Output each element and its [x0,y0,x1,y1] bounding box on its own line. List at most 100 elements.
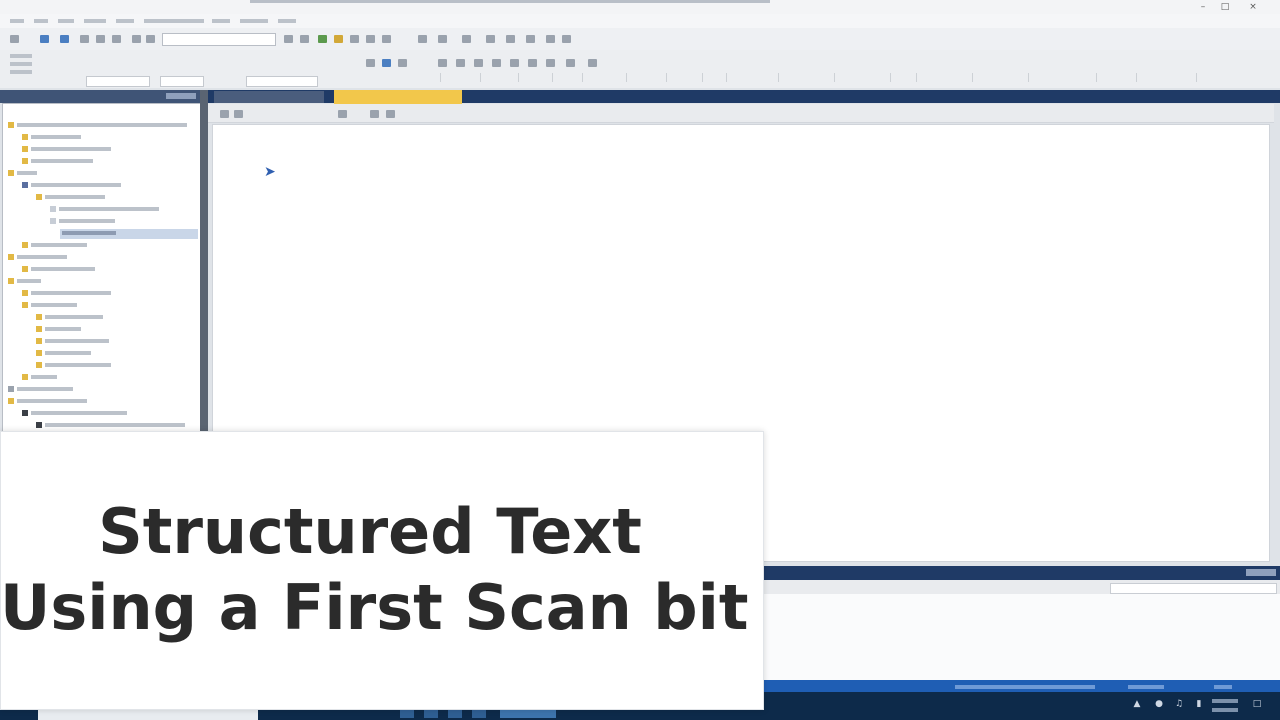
search-input[interactable] [162,33,276,46]
tree-item[interactable] [22,158,93,169]
tree-item[interactable] [8,278,41,289]
instruction-palette-tab[interactable] [972,73,1029,82]
tree-item[interactable] [8,122,187,133]
battery-icon[interactable]: ▮ [1192,698,1206,710]
instruction-palette-tab[interactable] [702,73,727,82]
pane-splitter[interactable] [200,90,208,435]
mode-dropdown[interactable] [86,76,150,87]
menu-item[interactable] [10,19,24,23]
speaker-icon[interactable]: ♫ [1172,698,1186,710]
toolbar-icon[interactable] [398,59,407,67]
pane-controls-icon[interactable] [166,93,196,99]
instruction-palette-tab[interactable] [518,73,553,82]
menu-item[interactable] [240,19,268,23]
instruction-icon[interactable] [492,59,501,67]
find-icon[interactable] [284,35,293,43]
tab-structured-text-routine[interactable] [334,90,462,104]
tree-item[interactable] [50,206,159,217]
results-search-input[interactable] [1110,583,1277,594]
instruction-palette-tab[interactable] [666,73,703,82]
zoom-icon[interactable] [350,35,359,43]
tree-item[interactable] [22,302,77,313]
redo-icon[interactable] [146,35,155,43]
maximize-icon[interactable]: □ [1218,2,1232,12]
tree-item[interactable] [8,386,73,397]
menu-item[interactable] [116,19,134,23]
tree-item[interactable] [36,362,111,373]
instruction-icon[interactable] [566,59,575,67]
instruction-icon[interactable] [510,59,519,67]
instruction-palette-tab[interactable] [552,73,583,82]
toolbar-icon[interactable] [462,35,471,43]
date[interactable] [1212,708,1238,712]
tree-item[interactable] [22,374,57,385]
instruction-icon[interactable] [528,59,537,67]
instruction-palette-tab[interactable] [1136,73,1197,82]
new-file-icon[interactable] [10,35,19,43]
editor-toolbar-icon[interactable] [220,110,229,118]
editor-toolbar-icon[interactable] [234,110,243,118]
instruction-palette-tab[interactable] [1096,73,1137,82]
tab-controller-tags[interactable] [214,91,324,103]
instruction-palette-tab[interactable] [440,73,481,82]
instruction-palette-tab[interactable] [916,73,973,82]
tree-item[interactable] [22,134,81,145]
copy-icon[interactable] [96,35,105,43]
toolbar-icon[interactable] [418,35,427,43]
instruction-palette-tab[interactable] [890,73,917,82]
instruction-icon[interactable] [438,59,447,67]
toolbar-icon[interactable] [382,59,391,67]
tree-item[interactable] [8,398,87,409]
tree-item[interactable] [22,266,95,277]
tree-item[interactable] [36,194,105,205]
instruction-icon[interactable] [474,59,483,67]
minimize-icon[interactable]: – [1196,2,1210,12]
menu-item[interactable] [84,19,106,23]
tree-item[interactable] [62,230,116,241]
path-dropdown[interactable] [246,76,318,87]
menu-item[interactable] [58,19,74,23]
instruction-icon[interactable] [456,59,465,67]
editor-toolbar-icon[interactable] [338,110,347,118]
pane-controls-icon[interactable] [1246,569,1276,576]
verify-icon[interactable] [318,35,327,43]
tree-item[interactable] [8,254,67,265]
instruction-palette-tab[interactable] [626,73,667,82]
properties-icon[interactable] [366,35,375,43]
save-icon[interactable] [60,35,69,43]
instruction-palette-tab[interactable] [582,73,627,82]
instruction-icon[interactable] [588,59,597,67]
toolbar-icon[interactable] [486,35,495,43]
instruction-palette-tab[interactable] [726,73,779,82]
open-file-icon[interactable] [40,35,49,43]
wifi-icon[interactable]: ● [1152,698,1166,710]
toolbar-icon[interactable] [438,35,447,43]
network-icon[interactable]: ▲ [1130,698,1144,710]
menu-item[interactable] [144,19,204,23]
tools-icon[interactable] [382,35,391,43]
tree-item[interactable] [22,242,87,253]
instruction-palette-tab[interactable] [1196,73,1241,82]
notification-icon[interactable]: □ [1250,698,1264,710]
toolbar-icon[interactable] [562,35,571,43]
instruction-icon[interactable] [546,59,555,67]
tree-item[interactable] [22,290,111,301]
tree-item[interactable] [8,170,37,181]
tree-item[interactable] [36,314,103,325]
menu-item[interactable] [212,19,230,23]
toolbar-icon[interactable] [546,35,555,43]
menu-item[interactable] [278,19,296,23]
toolbar-icon[interactable] [526,35,535,43]
editor-toolbar-icon[interactable] [386,110,395,118]
close-icon[interactable]: × [1246,2,1260,12]
toolbar-icon[interactable] [366,59,375,67]
tree-item[interactable] [36,350,91,361]
find-next-icon[interactable] [300,35,309,43]
instruction-palette-tab[interactable] [834,73,891,82]
instruction-palette-tab[interactable] [480,73,519,82]
cut-icon[interactable] [80,35,89,43]
toolbar-icon[interactable] [506,35,515,43]
path-dropdown[interactable] [160,76,204,87]
undo-icon[interactable] [132,35,141,43]
instruction-palette-tab[interactable] [1028,73,1097,82]
